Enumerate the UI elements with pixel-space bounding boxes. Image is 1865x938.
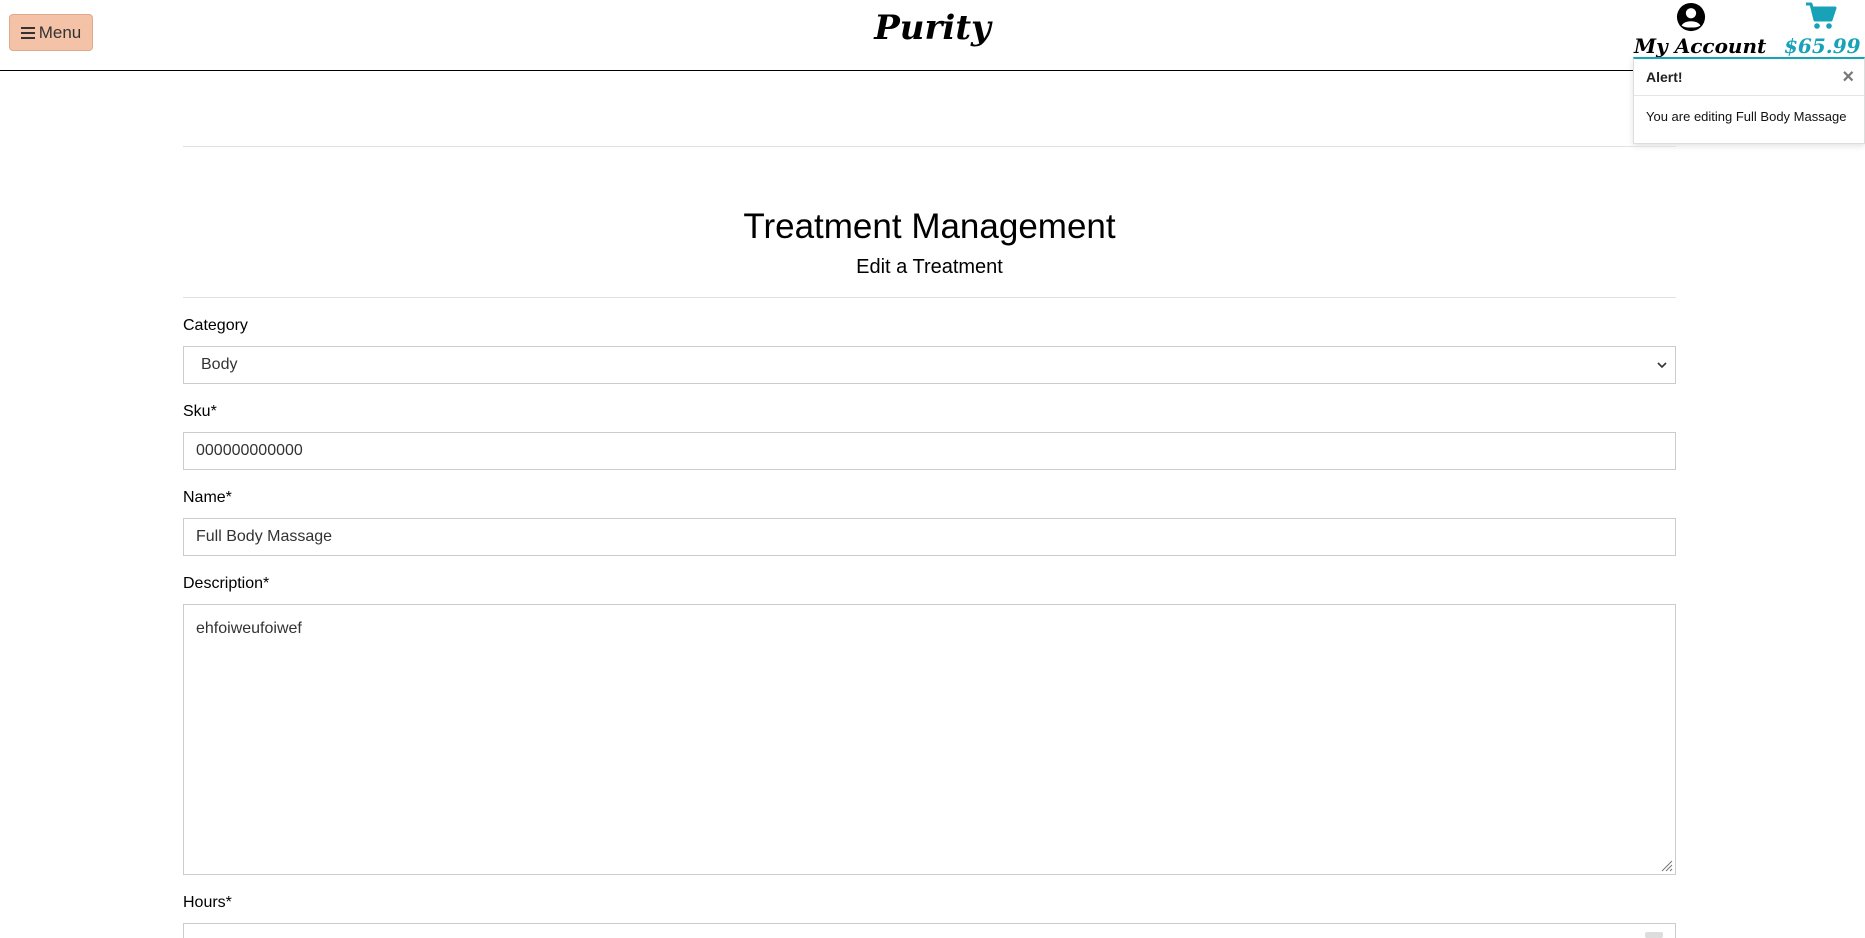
sku-value: 000000000000 (196, 442, 303, 459)
page-title: Treatment Management (743, 207, 1116, 246)
category-selected-value: Body (201, 356, 238, 373)
top-navbar: Menu Purity My Account $65.99 (0, 0, 1865, 71)
category-label: Category (183, 317, 248, 334)
alert-message: You are editing Full Body Massage (1646, 109, 1847, 124)
hours-label: Hours* (183, 894, 232, 911)
alert-title: Alert! (1646, 69, 1683, 85)
alert-toast: Alert! × You are editing Full Body Massa… (1633, 57, 1865, 144)
sku-input[interactable]: 000000000000 (183, 432, 1676, 470)
description-textarea[interactable]: ehfoiweufoiwef (183, 604, 1676, 875)
page-subtitle: Edit a Treatment (856, 256, 1003, 278)
description-value: ehfoiweufoiwef (196, 620, 302, 637)
my-account-label: My Account (1634, 34, 1767, 58)
brand-logo[interactable]: Purity (0, 8, 1865, 48)
close-icon[interactable]: × (1842, 67, 1854, 87)
divider-mid (183, 297, 1676, 298)
name-input[interactable]: Full Body Massage (183, 518, 1676, 556)
category-select[interactable]: Body (183, 346, 1676, 384)
name-value: Full Body Massage (196, 528, 333, 545)
cart-total: $65.99 (1784, 34, 1861, 58)
chevron-down-icon (1657, 362, 1667, 369)
number-spinner-icon[interactable] (1645, 932, 1663, 938)
resize-grip-icon[interactable] (1659, 858, 1673, 872)
description-label: Description* (183, 575, 270, 592)
shopping-cart-link[interactable]: $65.99 (1784, 0, 1861, 60)
sku-label: Sku* (183, 403, 217, 420)
brand-text: Purity (874, 8, 991, 48)
my-account-link[interactable]: My Account (1634, 0, 1767, 60)
name-label: Name* (183, 489, 232, 506)
hours-input[interactable] (183, 923, 1676, 938)
user-circle-icon (1676, 2, 1706, 32)
shopping-cart-icon (1806, 2, 1837, 29)
alert-header: Alert! × (1634, 59, 1864, 96)
divider-top (183, 146, 1676, 147)
